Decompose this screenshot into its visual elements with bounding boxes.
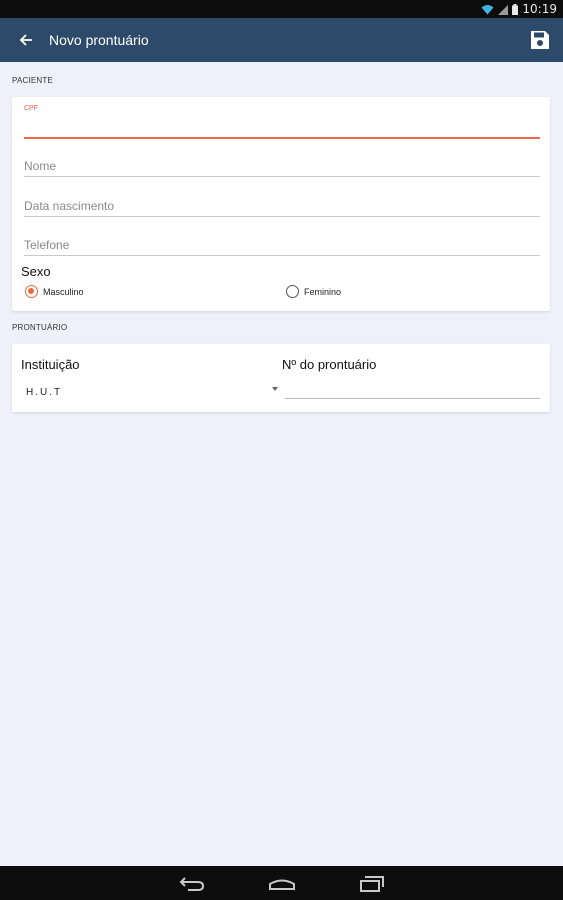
nav-home-button[interactable] bbox=[268, 874, 296, 892]
nascimento-placeholder: Data nascimento bbox=[24, 199, 115, 213]
nome-field[interactable]: Nome bbox=[24, 159, 540, 179]
telefone-placeholder: Telefone bbox=[24, 238, 70, 252]
dropdown-arrow-icon bbox=[272, 387, 278, 391]
cpf-field[interactable]: CPF bbox=[24, 105, 540, 139]
back-button[interactable] bbox=[15, 29, 37, 51]
radio-masculino-label: Masculino bbox=[43, 286, 84, 297]
prontuario-card: Instituição H.U.T Nº do prontuário bbox=[12, 344, 550, 412]
nascimento-underline bbox=[24, 216, 540, 217]
sexo-label: Sexo bbox=[21, 264, 51, 279]
nav-home-icon bbox=[269, 879, 295, 890]
telefone-field[interactable]: Telefone bbox=[24, 238, 540, 258]
cpf-label: CPF bbox=[24, 105, 38, 112]
nav-back-icon bbox=[179, 877, 205, 891]
nav-recents-icon bbox=[360, 876, 384, 892]
page-title: Novo prontuário bbox=[49, 32, 149, 48]
cpf-underline bbox=[24, 137, 540, 139]
section-label-paciente: PACIENTE bbox=[12, 76, 54, 85]
radio-selected-icon bbox=[25, 285, 38, 298]
app-bar: Novo prontuário bbox=[0, 18, 563, 62]
battery-icon bbox=[512, 3, 519, 15]
telefone-underline bbox=[24, 255, 540, 256]
navigation-bar bbox=[0, 866, 563, 900]
radio-unselected-icon bbox=[286, 285, 299, 298]
numero-prontuario-label: Nº do prontuário bbox=[282, 357, 377, 372]
section-label-prontuario: PRONTUÁRIO bbox=[12, 323, 68, 332]
instituicao-label: Instituição bbox=[21, 357, 80, 372]
nome-placeholder: Nome bbox=[24, 159, 57, 173]
cell-signal-icon bbox=[498, 4, 509, 15]
arrow-back-icon bbox=[19, 34, 32, 46]
instituicao-dropdown[interactable]: H.U.T bbox=[26, 382, 278, 398]
radio-feminino[interactable]: Feminino bbox=[286, 285, 341, 298]
clock: 10:19 bbox=[522, 2, 557, 16]
status-bar: 10:19 bbox=[0, 0, 563, 18]
instituicao-value: H.U.T bbox=[26, 387, 63, 398]
nav-back-button[interactable] bbox=[178, 874, 206, 892]
nascimento-field[interactable]: Data nascimento bbox=[24, 199, 540, 219]
save-button[interactable] bbox=[529, 29, 551, 51]
radio-masculino[interactable]: Masculino bbox=[25, 285, 84, 298]
radio-feminino-label: Feminino bbox=[304, 286, 342, 297]
numero-prontuario-input[interactable] bbox=[285, 398, 540, 399]
save-icon bbox=[531, 31, 549, 49]
paciente-card: CPF Nome Data nascimento Telefone Sexo M… bbox=[12, 97, 550, 311]
nome-underline bbox=[24, 176, 540, 177]
nav-recents-button[interactable] bbox=[358, 874, 386, 892]
wifi-icon bbox=[481, 4, 494, 14]
